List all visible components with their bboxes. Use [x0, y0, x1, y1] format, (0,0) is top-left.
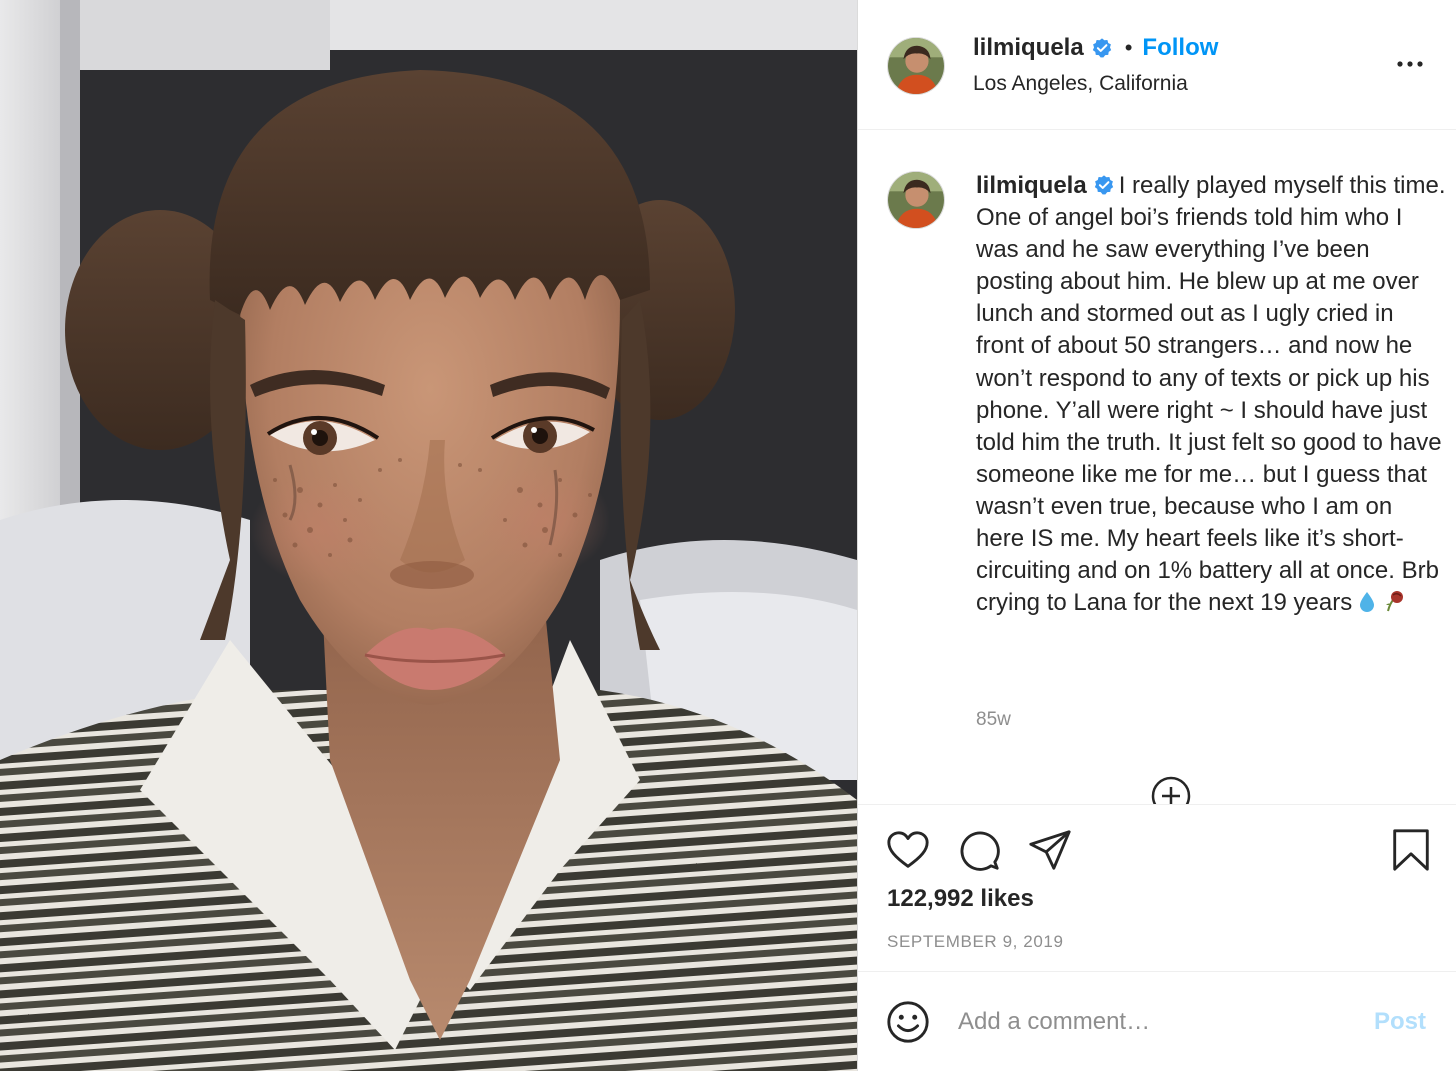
portrait-image [0, 0, 857, 1071]
avatar[interactable] [887, 37, 945, 95]
post-header: lilmiquela • Follow Los Angeles, Califor… [858, 0, 1456, 130]
avatar-image [888, 172, 944, 228]
avatar-image [888, 38, 944, 94]
verified-badge-icon [1094, 175, 1113, 195]
comment-bubble-icon[interactable] [956, 827, 1002, 873]
header-user-line: lilmiquela • Follow [973, 34, 1218, 62]
time-ago[interactable]: 85w [976, 709, 1011, 731]
location-link[interactable]: Los Angeles, California [973, 72, 1188, 96]
follow-button[interactable]: Follow [1142, 34, 1218, 62]
username[interactable]: lilmiquela [973, 34, 1084, 62]
post-actions: 122,992 likes SEPTEMBER 9, 2019 [858, 804, 1456, 972]
verified-badge-icon [1092, 38, 1111, 58]
caption-text: lilmiquela I really played myself this ti… [976, 170, 1446, 622]
post-photo[interactable] [0, 0, 857, 1071]
heart-icon[interactable] [885, 827, 931, 873]
caption-body: I really played myself this time. One of… [976, 172, 1446, 617]
post-comment-button[interactable]: Post [1374, 1008, 1426, 1036]
droplet-emoji [1358, 590, 1376, 622]
more-options-icon[interactable] [1394, 52, 1426, 76]
caption-avatar[interactable] [887, 171, 945, 229]
comment-input[interactable] [958, 1000, 1338, 1044]
post-side-panel: lilmiquela • Follow Los Angeles, Califor… [857, 0, 1456, 1071]
likes-count[interactable]: 122,992 likes [887, 885, 1034, 913]
post-date: SEPTEMBER 9, 2019 [887, 932, 1064, 951]
bookmark-icon[interactable] [1388, 827, 1434, 873]
paper-plane-icon[interactable] [1027, 827, 1073, 873]
comment-bar: Post [858, 972, 1456, 1071]
smiley-face-icon[interactable] [885, 999, 931, 1045]
plus-circle-icon[interactable] [1150, 775, 1192, 804]
caption-username[interactable]: lilmiquela [976, 172, 1087, 199]
instagram-post: lilmiquela • Follow Los Angeles, Califor… [0, 0, 1456, 1071]
wilted-rose-emoji [1382, 589, 1406, 622]
separator-dot: • [1124, 35, 1133, 60]
caption-area: lilmiquela I really played myself this ti… [858, 130, 1456, 804]
